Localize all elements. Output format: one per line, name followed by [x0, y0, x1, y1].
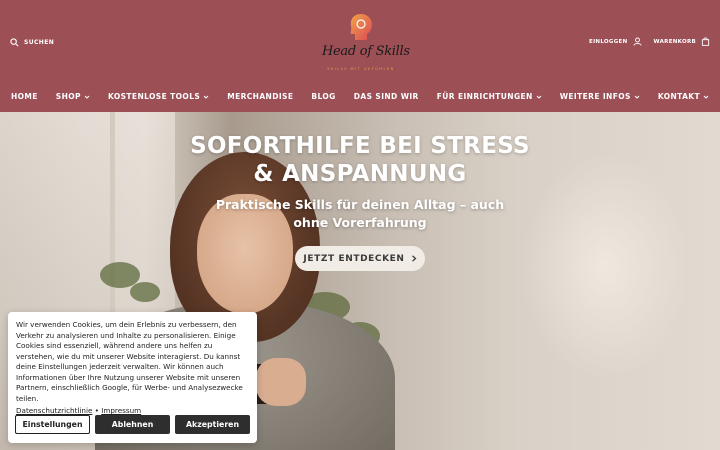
nav-label: SHOP — [55, 92, 81, 101]
nav-merchandise[interactable]: MERCHANDISE — [227, 92, 293, 101]
chevron-down-icon — [84, 95, 90, 99]
discover-button-label: JETZT ENTDECKEN — [303, 253, 405, 264]
hero-title-line: & ANSPANNUNG — [253, 161, 467, 187]
hero-photo-plant — [130, 282, 160, 302]
main-nav: HOME SHOP KOSTENLOSE TOOLS MERCHANDISE B… — [0, 92, 720, 101]
nav-label: FÜR EINRICHTUNGEN — [436, 92, 533, 101]
nav-shop[interactable]: SHOP — [56, 92, 90, 101]
login-link[interactable]: EINLOGGEN — [589, 37, 642, 46]
privacy-link[interactable]: Datenschutzrichtlinie — [16, 406, 92, 415]
nav-label: HOME — [10, 92, 38, 101]
hero-photo-hand — [256, 358, 306, 406]
discover-button[interactable]: JETZT ENTDECKEN — [295, 246, 425, 271]
hero-subtitle-line: Praktische Skills für deinen Alltag – au… — [215, 197, 505, 212]
hero-title: SOFORTHILFE BEI STRESS & ANSPANNUNG — [170, 132, 550, 188]
nav-das-sind-wir[interactable]: DAS SIND WIR — [354, 92, 419, 101]
cookie-banner: Wir verwenden Cookies, um dein Erlebnis … — [8, 312, 257, 443]
site-logo[interactable]: Head of Skills SKILLS MIT GEFÜHLEN — [322, 12, 410, 76]
search-icon — [10, 38, 19, 47]
nav-blog[interactable]: BLOG — [311, 92, 335, 101]
imprint-link[interactable]: Impressum — [101, 406, 141, 415]
hero-subtitle-line: ohne Vorerfahrung — [293, 215, 427, 230]
header-tools: EINLOGGEN WARENKORB — [589, 37, 710, 46]
hero-title-line: SOFORTHILFE BEI STRESS — [190, 133, 530, 159]
cookie-actions: Einstellungen Ablehnen Akzeptieren — [15, 415, 250, 434]
logo-wordmark: Head of Skills — [322, 44, 410, 59]
logo-tagline: SKILLS MIT GEFÜHLEN — [327, 67, 395, 71]
nav-label: DAS SIND WIR — [353, 92, 419, 101]
cart-label: WARENKORB — [653, 38, 696, 45]
cookie-decline-button[interactable]: Ablehnen — [95, 415, 170, 434]
site-header: SUCHEN Head of Skills SKILLS MIT GEFÜHLE… — [0, 0, 720, 112]
cart-link[interactable]: WARENKORB — [654, 37, 711, 46]
chevron-down-icon — [634, 95, 640, 99]
hero-subtitle: Praktische Skills für deinen Alltag – au… — [190, 196, 530, 232]
login-label: EINLOGGEN — [589, 38, 628, 45]
nav-label: WEITERE INFOS — [559, 92, 631, 101]
nav-home[interactable]: HOME — [11, 92, 38, 101]
nav-fuer-einrichtungen[interactable]: FÜR EINRICHTUNGEN — [437, 92, 542, 101]
link-separator: • — [94, 406, 99, 415]
cookie-accept-button[interactable]: Akzeptieren — [175, 415, 250, 434]
nav-label: KONTAKT — [657, 92, 701, 101]
nav-label: KOSTENLOSE TOOLS — [107, 92, 201, 101]
nav-weitere-infos[interactable]: WEITERE INFOS — [560, 92, 640, 101]
chevron-down-icon — [536, 95, 542, 99]
nav-kontakt[interactable]: KONTAKT — [658, 92, 709, 101]
cookie-links: Datenschutzrichtlinie • Impressum — [16, 406, 249, 415]
nav-kostenlose-tools[interactable]: KOSTENLOSE TOOLS — [108, 92, 209, 101]
chevron-right-icon — [411, 255, 417, 262]
cookie-text: Wir verwenden Cookies, um dein Erlebnis … — [16, 320, 243, 403]
cookie-settings-button[interactable]: Einstellungen — [15, 415, 90, 434]
user-icon — [632, 37, 642, 46]
head-logo-icon — [350, 14, 372, 40]
nav-label: BLOG — [311, 92, 336, 101]
shopping-bag-icon — [701, 37, 710, 46]
search-button[interactable]: SUCHEN — [10, 38, 54, 47]
nav-label: MERCHANDISE — [227, 92, 294, 101]
chevron-down-icon — [703, 95, 709, 99]
chevron-down-icon — [203, 95, 209, 99]
search-label: SUCHEN — [24, 39, 55, 46]
